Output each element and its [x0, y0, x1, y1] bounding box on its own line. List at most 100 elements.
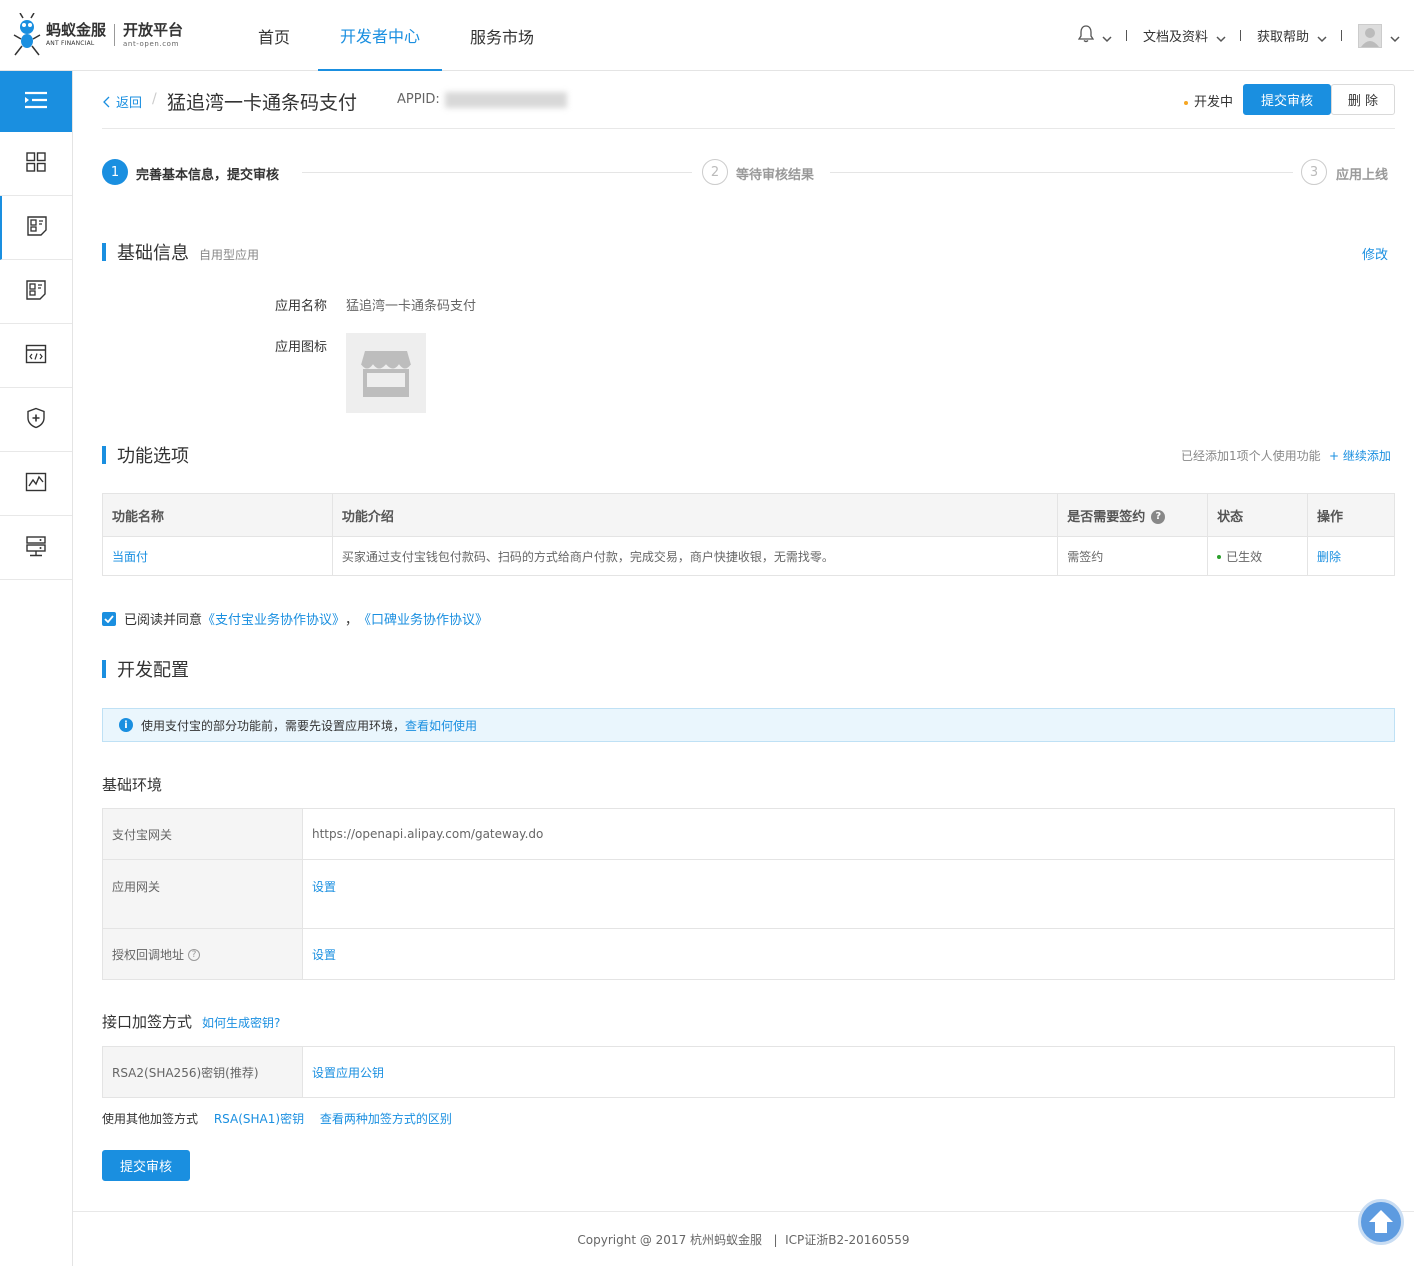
other-sign-label: 使用其他加签方式 — [102, 1112, 199, 1126]
sign-title: 接口加签方式 — [102, 1013, 193, 1031]
shield-icon — [25, 407, 47, 432]
col-sign-required: 是否需要签约? — [1057, 493, 1209, 537]
ant-financial-logo[interactable]: 蚂蚁金服 ANT FINANCIAL 开放平台 ant-open.com — [12, 12, 183, 58]
dev-config-title: 开发配置 — [117, 660, 189, 681]
feature-table: 功能名称 功能介绍 是否需要签约? 状态 操作 当面付 买家通过支付宝钱包付款码… — [102, 493, 1395, 576]
set-app-gateway-link[interactable]: 设置 — [312, 880, 336, 894]
agreement-checkbox[interactable] — [102, 611, 116, 626]
table-row: 支付宝网关 https://openapi.alipay.com/gateway… — [102, 808, 1395, 860]
sidebar-item-dev-tools[interactable] — [0, 324, 72, 388]
back-label: 返回 — [116, 96, 143, 111]
step-connector — [830, 172, 1293, 173]
copyright-text: Copyright @ 2017 杭州蚂蚁金服 | ICP证浙B2-201605… — [577, 1233, 910, 1247]
back-link[interactable]: 返回 — [102, 92, 142, 111]
compare-sign-link[interactable]: 查看两种加签方式的区别 — [320, 1112, 452, 1126]
step-2-number: 2 — [702, 159, 728, 185]
add-more-feature-link[interactable]: + 继续添加 — [1329, 447, 1391, 464]
sidebar-item-analytics[interactable] — [0, 452, 72, 516]
edit-basic-info-link[interactable]: 修改 — [1362, 244, 1388, 263]
help-icon[interactable]: ? — [188, 949, 201, 961]
section-marker — [102, 660, 106, 678]
koubei-agreement-link[interactable]: 《口碑业务协作协议》 — [358, 609, 488, 628]
check-icon — [104, 614, 114, 623]
sidebar-item-overview[interactable] — [0, 132, 72, 196]
sidebar-item-server[interactable] — [0, 516, 72, 580]
chevron-down-icon[interactable] — [1317, 32, 1327, 42]
table-row: 应用网关 设置 — [102, 859, 1395, 929]
submit-review-button[interactable]: 提交审核 — [1243, 84, 1331, 115]
divider — [1239, 30, 1241, 41]
grid-icon — [25, 151, 47, 176]
sidebar-item-apps[interactable] — [0, 196, 72, 260]
set-callback-link[interactable]: 设置 — [312, 948, 336, 962]
top-header: 蚂蚁金服 ANT FINANCIAL 开放平台 ant-open.com 首页 … — [0, 0, 1414, 71]
app-gateway-label: 应用网关 — [102, 859, 303, 929]
step-1-label: 完善基本信息，提交审核 — [136, 168, 280, 183]
sidebar-menu-toggle[interactable] — [0, 71, 72, 132]
nav-service-market[interactable]: 服务市场 — [448, 0, 556, 71]
basic-info-title: 基础信息 — [117, 243, 189, 264]
col-feature-desc: 功能介绍 — [331, 493, 1059, 537]
feature-name-link[interactable]: 当面付 — [112, 550, 148, 564]
sign-cell: 需签约 — [1057, 536, 1209, 576]
status-cell: 已生效 — [1207, 536, 1309, 576]
how-to-use-link[interactable]: 查看如何使用 — [405, 717, 477, 734]
avatar[interactable] — [1358, 23, 1382, 48]
info-text: 使用支付宝的部分功能前，需要先设置应用环境， — [141, 718, 406, 733]
step-2-label: 等待审核结果 — [736, 168, 815, 183]
status-dot — [1184, 100, 1188, 105]
status-label: 已生效 — [1226, 549, 1263, 564]
appid-label: APPID: — [397, 92, 440, 107]
menu-icon — [24, 90, 48, 113]
nav-home[interactable]: 首页 — [236, 0, 312, 71]
table-row: 授权回调地址? 设置 — [102, 928, 1395, 980]
chevron-down-icon[interactable] — [1390, 32, 1400, 42]
platform-cn: 开放平台 — [123, 20, 184, 39]
bell-icon[interactable] — [1077, 24, 1095, 47]
sidebar-item-security[interactable] — [0, 388, 72, 452]
left-sidebar — [0, 71, 73, 1266]
page-header: 返回 / 猛追湾一卡通条码支付 APPID: 2017090600000000 … — [102, 71, 1395, 129]
question-icon[interactable]: ? — [1151, 510, 1166, 524]
progress-steps: 1 完善基本信息，提交审核 2 等待审核结果 3 应用上线 — [102, 159, 1395, 187]
status-label: 开发中 — [1194, 95, 1234, 110]
alipay-agreement-link[interactable]: 《支付宝业务协作协议》 — [202, 609, 345, 628]
chevron-left-icon — [103, 96, 110, 107]
table-row: 当面付 买家通过支付宝钱包付款码、扫码的方式给商户付款，完成交易，商户快捷收银，… — [102, 536, 1395, 576]
features-header: 功能选项 — [102, 442, 189, 468]
callback-cell: 设置 — [302, 928, 1395, 980]
info-icon: i — [119, 718, 133, 732]
nav-developer-center[interactable]: 开发者中心 — [318, 0, 443, 71]
platform-en: ant-open.com — [123, 39, 179, 48]
status-badge: 开发中 — [1184, 91, 1233, 110]
app-name-label: 应用名称 — [275, 299, 328, 314]
set-public-key-link[interactable]: 设置应用公钥 — [312, 1066, 384, 1080]
ant-mascot-icon — [12, 12, 44, 57]
col-status: 状态 — [1207, 493, 1309, 537]
chevron-down-icon[interactable] — [1102, 32, 1112, 42]
delete-button[interactable]: 删 除 — [1331, 84, 1395, 115]
delete-feature-link[interactable]: 删除 — [1317, 550, 1341, 564]
chevron-down-icon[interactable] — [1216, 32, 1226, 42]
docs-menu[interactable]: 文档及资料 — [1143, 26, 1208, 45]
brand-cn: 蚂蚁金服 — [46, 21, 107, 39]
page-title: 猛追湾一卡通条码支付 — [167, 92, 358, 114]
back-to-top-button[interactable] — [1358, 1199, 1404, 1245]
app-gateway-cell: 设置 — [302, 859, 1395, 929]
how-generate-key-link[interactable]: 如何生成密钥? — [202, 1014, 280, 1031]
gateway-label: 支付宝网关 — [102, 808, 303, 860]
chart-icon — [25, 471, 47, 496]
rsa-sha1-link[interactable]: RSA(SHA1)密钥 — [214, 1112, 304, 1126]
app-card-icon — [25, 279, 47, 304]
main-nav: 首页 开发者中心 服务市场 — [236, 0, 556, 71]
table-row: RSA2(SHA256)密钥(推荐) 设置应用公钥 — [102, 1046, 1395, 1098]
rsa2-cell: 设置应用公钥 — [302, 1046, 1395, 1098]
step-1-number: 1 — [102, 159, 128, 185]
divider — [1125, 30, 1127, 41]
rsa2-label: RSA2(SHA256)密钥(推荐) — [102, 1046, 303, 1098]
submit-review-button-bottom[interactable]: 提交审核 — [102, 1150, 190, 1181]
footer: Copyright @ 2017 杭州蚂蚁金服 | ICP证浙B2-201605… — [73, 1211, 1414, 1266]
help-menu[interactable]: 获取帮助 — [1257, 26, 1309, 45]
env-title: 基础环境 — [102, 776, 163, 794]
sidebar-item-apps-2[interactable] — [0, 260, 72, 324]
